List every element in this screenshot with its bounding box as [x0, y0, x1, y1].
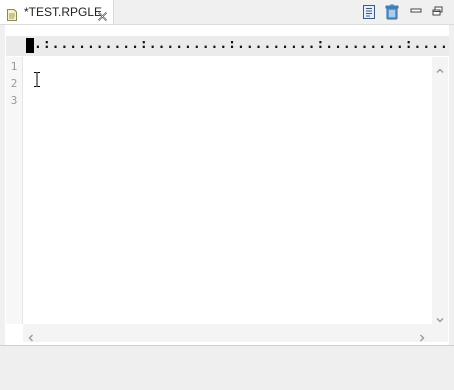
ruler-marks: .:..........:.........:.........:.......… [34, 37, 449, 52]
horizontal-scrollbar[interactable] [23, 324, 432, 342]
ruler-cursor [26, 38, 34, 53]
scrollbar-corner [432, 324, 448, 342]
code-editor[interactable] [24, 57, 430, 324]
chevron-left-icon[interactable] [26, 328, 36, 342]
tab-test-rpgle[interactable]: *TEST.RPGLE [0, 0, 114, 25]
line-number: 1 [10, 60, 18, 73]
chevron-up-icon[interactable] [435, 61, 445, 73]
close-icon[interactable] [97, 7, 108, 22]
tab-bar: *TEST.RPGLE [0, 0, 454, 25]
chevron-right-icon[interactable] [417, 328, 427, 342]
vertical-scrollbar[interactable] [432, 57, 448, 324]
chevron-down-icon[interactable] [435, 310, 445, 323]
editor-window: *TEST.RPGLE .:..........:.........:.....… [0, 0, 454, 390]
tab-title: *TEST.RPGLE [24, 5, 103, 19]
line-number: 2 [10, 77, 18, 90]
restore-icon[interactable] [430, 4, 446, 20]
status-area [0, 346, 454, 390]
line-number: 3 [10, 94, 18, 107]
column-ruler: .:..........:.........:.........:.......… [6, 36, 449, 56]
outline-icon[interactable] [361, 4, 377, 20]
file-icon [7, 6, 17, 21]
trash-icon[interactable] [384, 4, 400, 20]
minimize-icon[interactable] [409, 4, 425, 20]
text-cursor-icon [33, 72, 41, 87]
